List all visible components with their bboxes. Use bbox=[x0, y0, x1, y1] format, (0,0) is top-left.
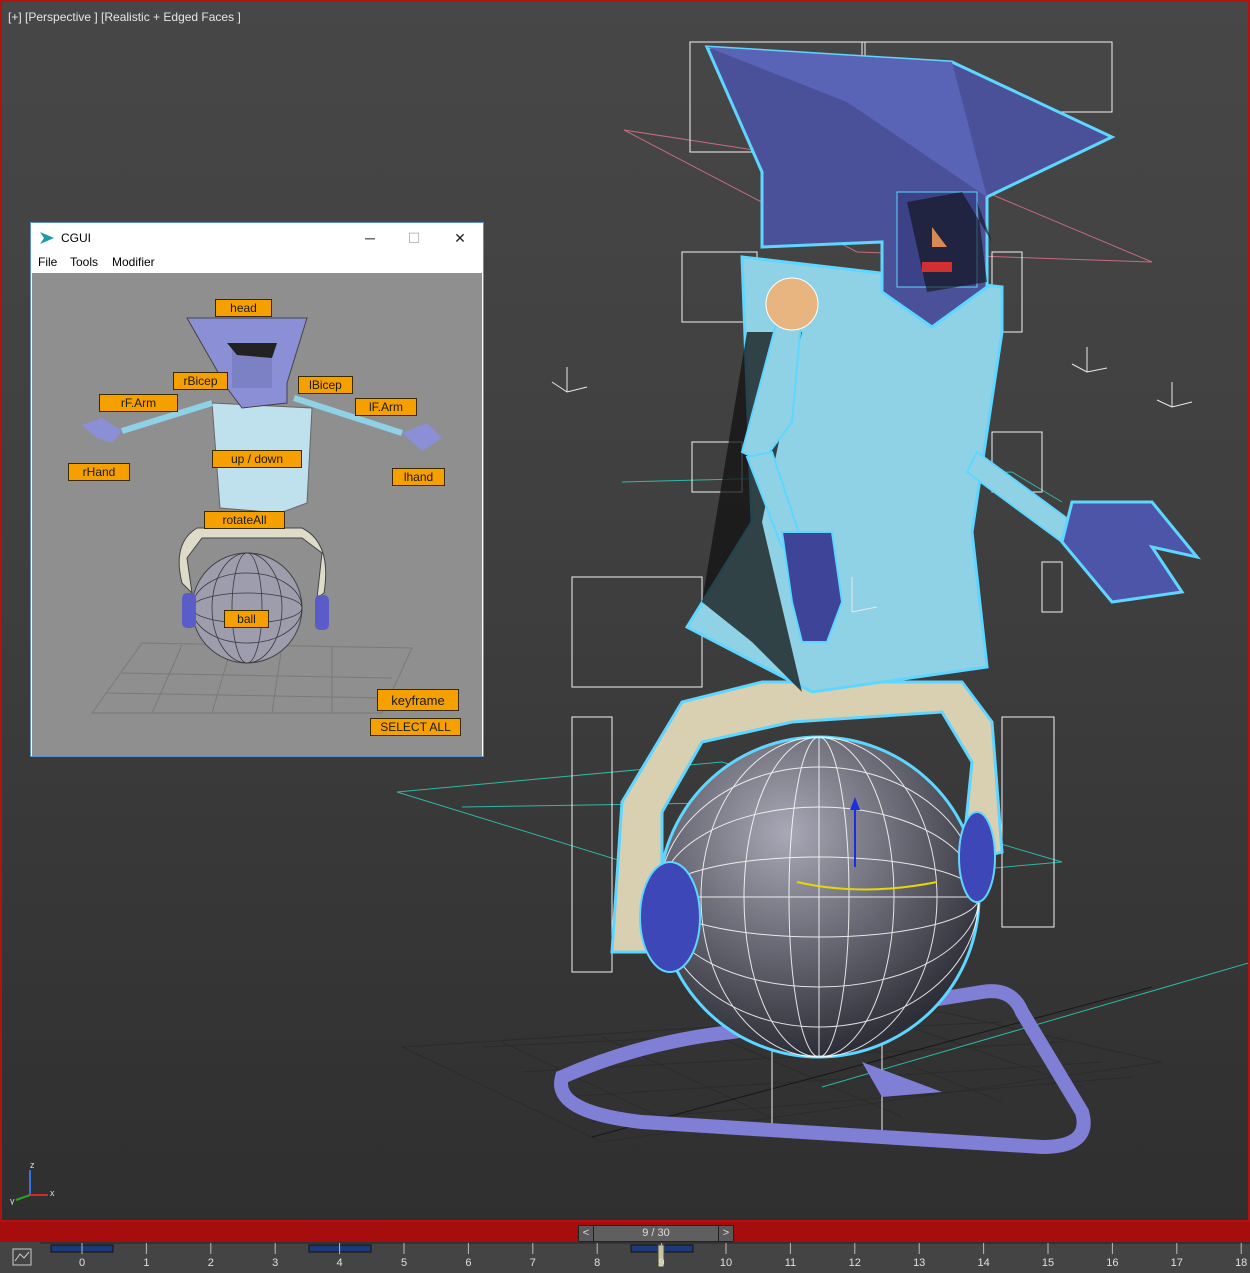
time-slider[interactable]: 9 / 30 bbox=[593, 1225, 719, 1242]
cgui-menubar: File Tools Modifier bbox=[31, 253, 483, 273]
svg-text:y: y bbox=[10, 1196, 15, 1205]
frame-tick-label: 3 bbox=[272, 1257, 278, 1269]
minimize-icon[interactable]: ─ bbox=[355, 227, 385, 249]
next-frame-button[interactable]: > bbox=[718, 1225, 734, 1242]
frame-tick-label: 17 bbox=[1171, 1257, 1183, 1269]
frame-ruler[interactable]: 0 1 2 3 4 5 6 7 8 9 10 11 12 13 14 15 16 17 18 bbox=[40, 1242, 1250, 1273]
perspective-viewport[interactable]: [+] [Perspective ] [Realistic + Edged Fa… bbox=[0, 0, 1250, 1222]
rotateall-button[interactable]: rotateAll bbox=[204, 511, 285, 529]
frame-tick-label: 10 bbox=[720, 1257, 732, 1269]
frame-tick-label: 18 bbox=[1235, 1257, 1247, 1269]
frame-tick-label: 4 bbox=[337, 1257, 343, 1269]
time-slider-bar: < 9 / 30 > bbox=[0, 1222, 1250, 1242]
keyframe-button[interactable]: keyframe bbox=[377, 689, 459, 711]
menu-tools[interactable]: Tools bbox=[70, 255, 98, 269]
cgui-window[interactable]: CGUI ─ ☐ ✕ File Tools Modifier head rBic… bbox=[30, 222, 484, 757]
lbicep-button[interactable]: lBicep bbox=[298, 376, 353, 394]
frame-tick-label: 2 bbox=[208, 1257, 214, 1269]
track-bar[interactable]: 0 1 2 3 4 5 6 7 8 9 10 11 12 13 14 15 16 17 18 bbox=[0, 1242, 1250, 1273]
frame-tick-label: 13 bbox=[913, 1257, 925, 1269]
menu-modifier[interactable]: Modifier bbox=[112, 255, 155, 269]
frame-tick-label: 6 bbox=[465, 1257, 471, 1269]
svg-text:x: x bbox=[50, 1188, 55, 1198]
maximize-icon[interactable]: ☐ bbox=[399, 227, 429, 249]
head-button[interactable]: head bbox=[215, 299, 272, 317]
frame-tick-label: 1 bbox=[143, 1257, 149, 1269]
frame-tick-label: 16 bbox=[1106, 1257, 1118, 1269]
prev-frame-button[interactable]: < bbox=[578, 1225, 594, 1242]
lhand-button[interactable]: lhand bbox=[392, 468, 445, 486]
frame-tick-label: 12 bbox=[849, 1257, 861, 1269]
select-all-button[interactable]: SELECT ALL bbox=[370, 718, 461, 736]
rhand-button[interactable]: rHand bbox=[68, 463, 130, 481]
world-axis-gizmo: z x y bbox=[10, 1160, 55, 1205]
left-hand bbox=[1060, 500, 1201, 604]
frame-tick-label: 9 bbox=[659, 1257, 665, 1269]
frame-tick-label: 8 bbox=[594, 1257, 600, 1269]
curve-editor-icon[interactable] bbox=[12, 1248, 32, 1266]
frame-tick-label: 5 bbox=[401, 1257, 407, 1269]
rfarm-button[interactable]: rF.Arm bbox=[99, 394, 178, 412]
ball-button[interactable]: ball bbox=[224, 610, 269, 628]
svg-text:z: z bbox=[30, 1160, 35, 1170]
left-arm bbox=[965, 450, 1074, 544]
ball-mesh bbox=[657, 735, 981, 1059]
frame-tick-label: 7 bbox=[530, 1257, 536, 1269]
close-icon[interactable]: ✕ bbox=[445, 227, 475, 249]
frame-tick-label: 0 bbox=[79, 1257, 85, 1269]
frame-tick-label: 14 bbox=[977, 1257, 989, 1269]
rbicep-button[interactable]: rBicep bbox=[173, 372, 228, 390]
lfarm-button[interactable]: lF.Arm bbox=[355, 398, 417, 416]
menu-file[interactable]: File bbox=[38, 255, 57, 269]
3dsmax-logo-icon bbox=[40, 232, 54, 244]
cgui-preview-canvas: head rBicep lBicep rF.Arm lF.Arm rHand l… bbox=[32, 273, 482, 756]
cgui-title: CGUI bbox=[61, 231, 91, 245]
frame-tick-label: 11 bbox=[785, 1257, 796, 1269]
cgui-titlebar[interactable]: CGUI ─ ☐ ✕ bbox=[31, 223, 483, 253]
frame-tick-label: 15 bbox=[1042, 1257, 1054, 1269]
updown-button[interactable]: up / down bbox=[212, 450, 302, 468]
